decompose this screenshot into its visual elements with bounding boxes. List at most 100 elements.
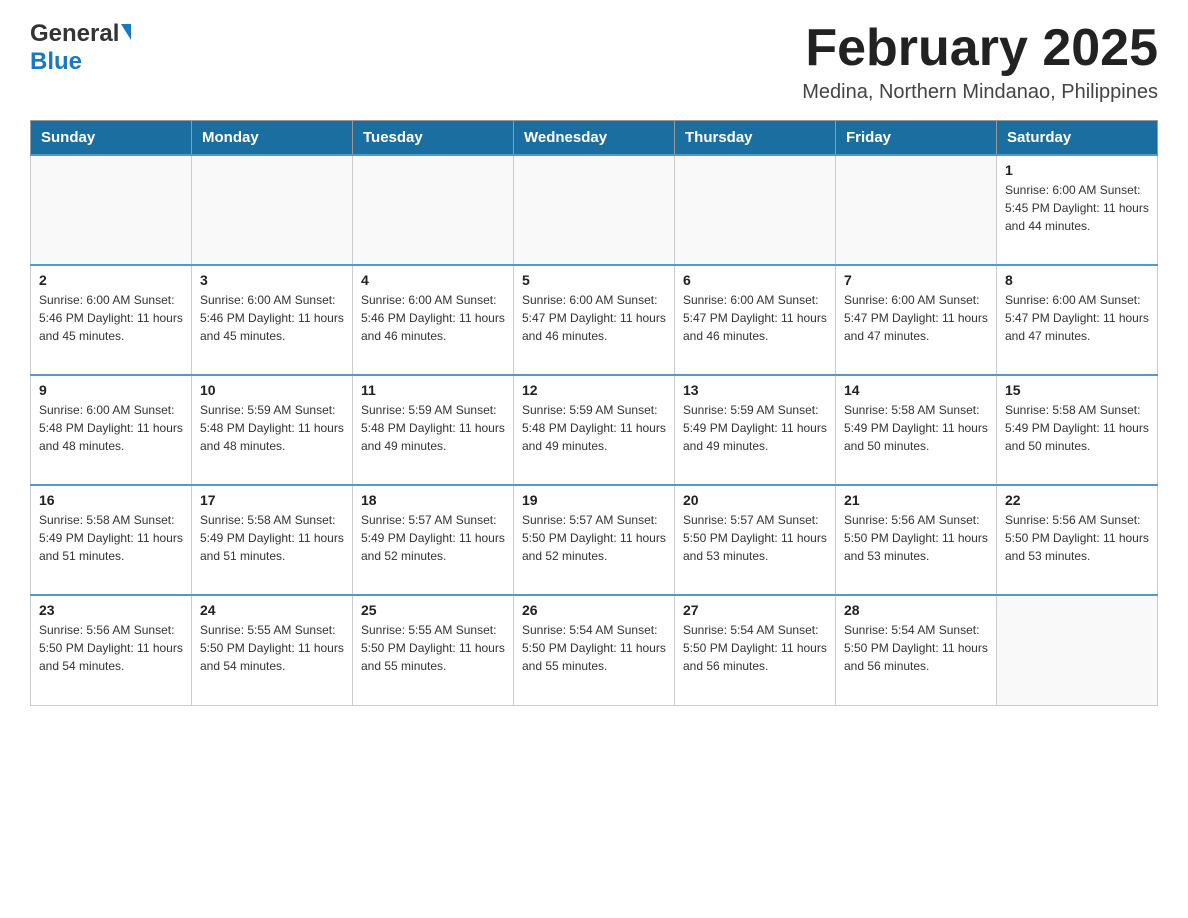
col-friday: Friday xyxy=(836,121,997,156)
day-number: 21 xyxy=(844,492,988,508)
day-info: Sunrise: 5:59 AM Sunset: 5:48 PM Dayligh… xyxy=(522,401,666,455)
day-number: 17 xyxy=(200,492,344,508)
table-row: 13 Sunrise: 5:59 AM Sunset: 5:49 PM Dayli… xyxy=(675,375,836,485)
day-info: Sunrise: 5:54 AM Sunset: 5:50 PM Dayligh… xyxy=(522,621,666,675)
day-number: 4 xyxy=(361,272,505,288)
table-row: 4 Sunrise: 6:00 AM Sunset: 5:46 PM Daylig… xyxy=(353,265,514,375)
table-row: 17 Sunrise: 5:58 AM Sunset: 5:49 PM Dayli… xyxy=(192,485,353,595)
day-number: 1 xyxy=(1005,162,1149,178)
table-row xyxy=(675,155,836,265)
location-title: Medina, Northern Mindanao, Philippines xyxy=(802,81,1158,104)
table-row: 1 Sunrise: 6:00 AM Sunset: 5:45 PM Daylig… xyxy=(997,155,1158,265)
day-number: 20 xyxy=(683,492,827,508)
day-info: Sunrise: 6:00 AM Sunset: 5:47 PM Dayligh… xyxy=(1005,291,1149,345)
day-number: 2 xyxy=(39,272,183,288)
day-info: Sunrise: 5:59 AM Sunset: 5:48 PM Dayligh… xyxy=(200,401,344,455)
col-wednesday: Wednesday xyxy=(514,121,675,156)
day-info: Sunrise: 5:56 AM Sunset: 5:50 PM Dayligh… xyxy=(844,511,988,565)
table-row: 15 Sunrise: 5:58 AM Sunset: 5:49 PM Dayli… xyxy=(997,375,1158,485)
day-info: Sunrise: 5:57 AM Sunset: 5:50 PM Dayligh… xyxy=(522,511,666,565)
title-block: February 2025 Medina, Northern Mindanao,… xyxy=(802,20,1158,104)
day-number: 13 xyxy=(683,382,827,398)
table-row: 16 Sunrise: 5:58 AM Sunset: 5:49 PM Dayli… xyxy=(31,485,192,595)
table-row: 5 Sunrise: 6:00 AM Sunset: 5:47 PM Daylig… xyxy=(514,265,675,375)
calendar-table: Sunday Monday Tuesday Wednesday Thursday… xyxy=(30,120,1158,706)
table-row: 22 Sunrise: 5:56 AM Sunset: 5:50 PM Dayli… xyxy=(997,485,1158,595)
day-info: Sunrise: 5:59 AM Sunset: 5:48 PM Dayligh… xyxy=(361,401,505,455)
calendar-week-row: 23Sunrise: 5:56 AM Sunset: 5:50 PM Dayli… xyxy=(31,595,1158,705)
day-number: 26 xyxy=(522,602,666,618)
logo: General Blue xyxy=(30,20,131,76)
table-row xyxy=(836,155,997,265)
calendar-header-row: Sunday Monday Tuesday Wednesday Thursday… xyxy=(31,121,1158,156)
table-row: 19 Sunrise: 5:57 AM Sunset: 5:50 PM Dayli… xyxy=(514,485,675,595)
day-number: 12 xyxy=(522,382,666,398)
day-number: 10 xyxy=(200,382,344,398)
day-number: 15 xyxy=(1005,382,1149,398)
day-info: Sunrise: 6:00 AM Sunset: 5:47 PM Dayligh… xyxy=(844,291,988,345)
table-row xyxy=(31,155,192,265)
col-monday: Monday xyxy=(192,121,353,156)
table-row: 20Sunrise: 5:57 AM Sunset: 5:50 PM Dayli… xyxy=(675,485,836,595)
day-number: 18 xyxy=(361,492,505,508)
table-row xyxy=(514,155,675,265)
day-number: 9 xyxy=(39,382,183,398)
day-info: Sunrise: 5:54 AM Sunset: 5:50 PM Dayligh… xyxy=(844,621,988,675)
day-number: 5 xyxy=(522,272,666,288)
day-info: Sunrise: 5:57 AM Sunset: 5:49 PM Dayligh… xyxy=(361,511,505,565)
day-info: Sunrise: 6:00 AM Sunset: 5:46 PM Dayligh… xyxy=(200,291,344,345)
table-row: 25 Sunrise: 5:55 AM Sunset: 5:50 PM Dayli… xyxy=(353,595,514,705)
table-row: 28 Sunrise: 5:54 AM Sunset: 5:50 PM Dayli… xyxy=(836,595,997,705)
day-info: Sunrise: 6:00 AM Sunset: 5:47 PM Dayligh… xyxy=(683,291,827,345)
day-number: 11 xyxy=(361,382,505,398)
table-row xyxy=(997,595,1158,705)
day-number: 19 xyxy=(522,492,666,508)
table-row xyxy=(353,155,514,265)
table-row: 24 Sunrise: 5:55 AM Sunset: 5:50 PM Dayli… xyxy=(192,595,353,705)
day-number: 28 xyxy=(844,602,988,618)
day-info: Sunrise: 5:59 AM Sunset: 5:49 PM Dayligh… xyxy=(683,401,827,455)
day-number: 3 xyxy=(200,272,344,288)
table-row: 7 Sunrise: 6:00 AM Sunset: 5:47 PM Daylig… xyxy=(836,265,997,375)
table-row: 18 Sunrise: 5:57 AM Sunset: 5:49 PM Dayli… xyxy=(353,485,514,595)
day-info: Sunrise: 5:58 AM Sunset: 5:49 PM Dayligh… xyxy=(200,511,344,565)
day-info: Sunrise: 6:00 AM Sunset: 5:46 PM Dayligh… xyxy=(39,291,183,345)
page-header: General Blue February 2025 Medina, North… xyxy=(30,20,1158,104)
day-info: Sunrise: 5:58 AM Sunset: 5:49 PM Dayligh… xyxy=(1005,401,1149,455)
day-number: 16 xyxy=(39,492,183,508)
table-row: 9Sunrise: 6:00 AM Sunset: 5:48 PM Daylig… xyxy=(31,375,192,485)
day-number: 24 xyxy=(200,602,344,618)
day-info: Sunrise: 6:00 AM Sunset: 5:47 PM Dayligh… xyxy=(522,291,666,345)
day-number: 8 xyxy=(1005,272,1149,288)
day-info: Sunrise: 6:00 AM Sunset: 5:45 PM Dayligh… xyxy=(1005,181,1149,235)
day-info: Sunrise: 5:56 AM Sunset: 5:50 PM Dayligh… xyxy=(1005,511,1149,565)
calendar-week-row: 16 Sunrise: 5:58 AM Sunset: 5:49 PM Dayli… xyxy=(31,485,1158,595)
col-thursday: Thursday xyxy=(675,121,836,156)
day-number: 14 xyxy=(844,382,988,398)
table-row xyxy=(192,155,353,265)
logo-blue: Blue xyxy=(30,48,82,76)
table-row: 3 Sunrise: 6:00 AM Sunset: 5:46 PM Daylig… xyxy=(192,265,353,375)
month-title: February 2025 xyxy=(802,20,1158,77)
day-number: 22 xyxy=(1005,492,1149,508)
day-number: 23 xyxy=(39,602,183,618)
table-row: 11 Sunrise: 5:59 AM Sunset: 5:48 PM Dayli… xyxy=(353,375,514,485)
col-tuesday: Tuesday xyxy=(353,121,514,156)
day-number: 7 xyxy=(844,272,988,288)
col-sunday: Sunday xyxy=(31,121,192,156)
day-info: Sunrise: 5:55 AM Sunset: 5:50 PM Dayligh… xyxy=(200,621,344,675)
table-row: 12 Sunrise: 5:59 AM Sunset: 5:48 PM Dayli… xyxy=(514,375,675,485)
table-row: 2 Sunrise: 6:00 AM Sunset: 5:46 PM Daylig… xyxy=(31,265,192,375)
table-row: 6Sunrise: 6:00 AM Sunset: 5:47 PM Daylig… xyxy=(675,265,836,375)
day-info: Sunrise: 6:00 AM Sunset: 5:46 PM Dayligh… xyxy=(361,291,505,345)
calendar-week-row: 1 Sunrise: 6:00 AM Sunset: 5:45 PM Daylig… xyxy=(31,155,1158,265)
table-row: 21 Sunrise: 5:56 AM Sunset: 5:50 PM Dayli… xyxy=(836,485,997,595)
day-number: 25 xyxy=(361,602,505,618)
day-info: Sunrise: 5:55 AM Sunset: 5:50 PM Dayligh… xyxy=(361,621,505,675)
day-info: Sunrise: 5:58 AM Sunset: 5:49 PM Dayligh… xyxy=(844,401,988,455)
table-row: 26 Sunrise: 5:54 AM Sunset: 5:50 PM Dayli… xyxy=(514,595,675,705)
day-info: Sunrise: 5:58 AM Sunset: 5:49 PM Dayligh… xyxy=(39,511,183,565)
day-number: 27 xyxy=(683,602,827,618)
table-row: 27Sunrise: 5:54 AM Sunset: 5:50 PM Dayli… xyxy=(675,595,836,705)
table-row: 10 Sunrise: 5:59 AM Sunset: 5:48 PM Dayli… xyxy=(192,375,353,485)
